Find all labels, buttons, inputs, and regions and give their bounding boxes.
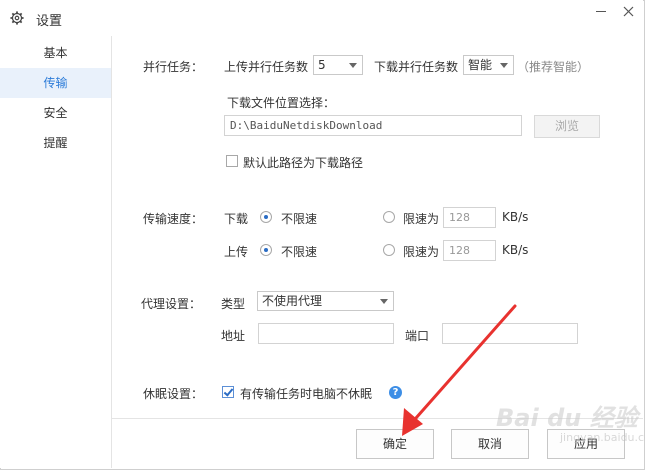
download-unit-label: KB/s: [502, 210, 529, 224]
close-icon: [623, 6, 634, 17]
sidebar: 基本 传输 安全 提醒: [0, 36, 112, 468]
proxy-section-label: 代理设置：: [141, 297, 202, 311]
proxy-address-input[interactable]: [258, 323, 394, 344]
upload-limit-radio[interactable]: [383, 244, 395, 256]
default-path-label: 默认此路径为下载路径: [243, 156, 364, 170]
parallel-section-label: 并行任务：: [143, 60, 204, 74]
download-parallel-value: 智能: [468, 58, 493, 72]
watermark-url: jingyan.baidu.com: [560, 431, 645, 444]
upload-limit-label: 限速为: [403, 245, 440, 259]
chevron-down-icon: [500, 63, 508, 68]
speed-section-label: 传输速度：: [143, 212, 204, 226]
download-location-label: 下载文件位置选择：: [227, 96, 336, 110]
proxy-type-value: 不使用代理: [262, 294, 323, 308]
upload-parallel-label: 上传并行任务数: [224, 60, 309, 74]
download-speed-label: 下载: [224, 212, 249, 226]
download-limit-radio[interactable]: [383, 211, 395, 223]
sleep-section-label: 休眠设置：: [143, 387, 204, 401]
proxy-port-input[interactable]: [442, 323, 578, 344]
help-icon[interactable]: ?: [389, 386, 402, 399]
proxy-address-label: 地址: [221, 329, 246, 343]
sidebar-item-transfer[interactable]: 传输: [0, 68, 111, 98]
watermark: Bai du 经验: [496, 404, 638, 432]
sidebar-item-security[interactable]: 安全: [0, 98, 111, 128]
recommend-hint: （推荐智能）: [517, 60, 590, 74]
proxy-type-select[interactable]: 不使用代理: [257, 291, 394, 311]
window-title: 设置: [36, 14, 63, 29]
browse-button[interactable]: 浏览: [534, 115, 600, 138]
no-sleep-checkbox[interactable]: [222, 386, 234, 398]
download-limit-input[interactable]: 128: [443, 207, 496, 228]
download-unlimited-label: 不限速: [281, 212, 318, 226]
sidebar-item-reminder[interactable]: 提醒: [0, 128, 111, 158]
upload-unlimited-radio[interactable]: [260, 244, 272, 256]
close-button[interactable]: [618, 2, 640, 22]
download-unlimited-radio[interactable]: [260, 211, 272, 223]
upload-parallel-select[interactable]: 5: [313, 55, 363, 75]
proxy-type-label: 类型: [221, 297, 246, 311]
ok-button[interactable]: 确定: [356, 429, 434, 459]
download-limit-label: 限速为: [403, 212, 440, 226]
no-sleep-label: 有传输任务时电脑不休眠: [240, 387, 373, 401]
upload-parallel-value: 5: [318, 58, 326, 72]
download-parallel-label: 下载并行任务数: [374, 60, 459, 74]
title-bar: 设置: [0, 0, 643, 36]
chevron-down-icon: [380, 299, 388, 304]
upload-unlimited-label: 不限速: [281, 245, 318, 259]
proxy-port-label: 端口: [405, 329, 430, 343]
download-path-field[interactable]: D:\BaiduNetdiskDownload: [224, 115, 522, 136]
upload-limit-input[interactable]: 128: [443, 240, 496, 261]
download-parallel-select[interactable]: 智能: [463, 55, 514, 75]
gear-icon: [10, 11, 24, 25]
minimize-button[interactable]: [588, 2, 614, 22]
upload-unit-label: KB/s: [502, 243, 529, 257]
cancel-button[interactable]: 取消: [451, 429, 529, 459]
default-path-checkbox[interactable]: [226, 155, 238, 167]
upload-speed-label: 上传: [224, 245, 249, 259]
chevron-down-icon: [349, 63, 357, 68]
sidebar-item-basic[interactable]: 基本: [0, 38, 111, 68]
